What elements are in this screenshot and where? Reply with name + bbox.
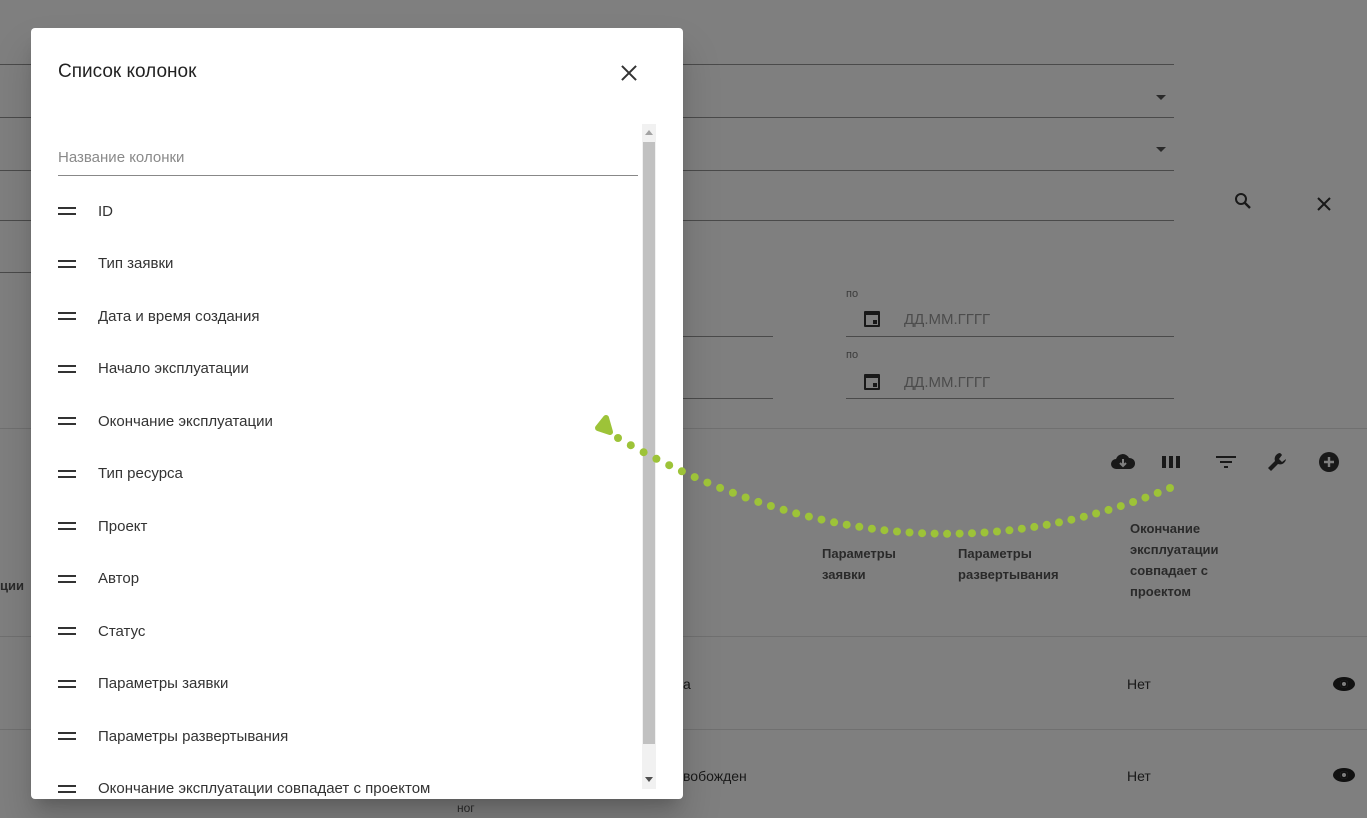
annotation-dot (703, 478, 712, 487)
annotation-dot (1005, 526, 1014, 535)
annotation-dot (741, 493, 750, 502)
annotation-dot (1104, 505, 1113, 514)
annotation-dot (1141, 493, 1150, 502)
annotation-arrowhead-icon (595, 415, 613, 435)
annotation-dot (779, 505, 788, 514)
annotation-dot (855, 522, 864, 531)
annotation-dot (766, 502, 775, 510)
annotation-dot (830, 518, 839, 527)
annotation-dot (980, 528, 989, 537)
annotation-dot (1030, 522, 1039, 531)
annotation-dot (652, 454, 661, 463)
annotation-dot (880, 526, 889, 535)
annotation-dot (893, 527, 901, 536)
annotation-dot (867, 524, 876, 533)
dotted-arrow-annotation (595, 415, 1174, 538)
annotation-dot (1153, 488, 1162, 497)
annotation-dot (639, 448, 648, 457)
annotation-dot (993, 527, 1001, 536)
annotation-dot (1079, 512, 1088, 521)
annotation-dot (968, 529, 976, 538)
annotation-dot (930, 529, 939, 538)
annotation-dot (665, 461, 674, 470)
annotation-dot (804, 512, 813, 521)
annotation-dot (1116, 502, 1125, 511)
annotation-dot (1067, 515, 1076, 524)
annotation-dot (918, 529, 927, 538)
annotation-dot (905, 528, 914, 537)
annotation-dot (943, 529, 952, 538)
annotation-dot (754, 497, 763, 506)
annotation-dot (690, 473, 699, 482)
annotation-dot (842, 520, 851, 529)
annotation-dots (614, 434, 1174, 538)
annotation-dot (1042, 520, 1051, 529)
annotation-dot (728, 488, 737, 497)
annotation-dot (716, 483, 725, 492)
annotation-dot (1017, 524, 1026, 533)
annotation-dot (792, 509, 801, 518)
annotation-dot (626, 441, 635, 450)
annotation-dot (614, 434, 622, 442)
annotation-dot (1092, 509, 1101, 518)
annotation-dot (955, 529, 964, 538)
annotation-dot (817, 515, 826, 524)
annotation-dot (1129, 498, 1138, 506)
annotation-dot (1055, 518, 1063, 527)
annotation-dot (677, 467, 686, 476)
annotation-dot (1166, 484, 1174, 492)
